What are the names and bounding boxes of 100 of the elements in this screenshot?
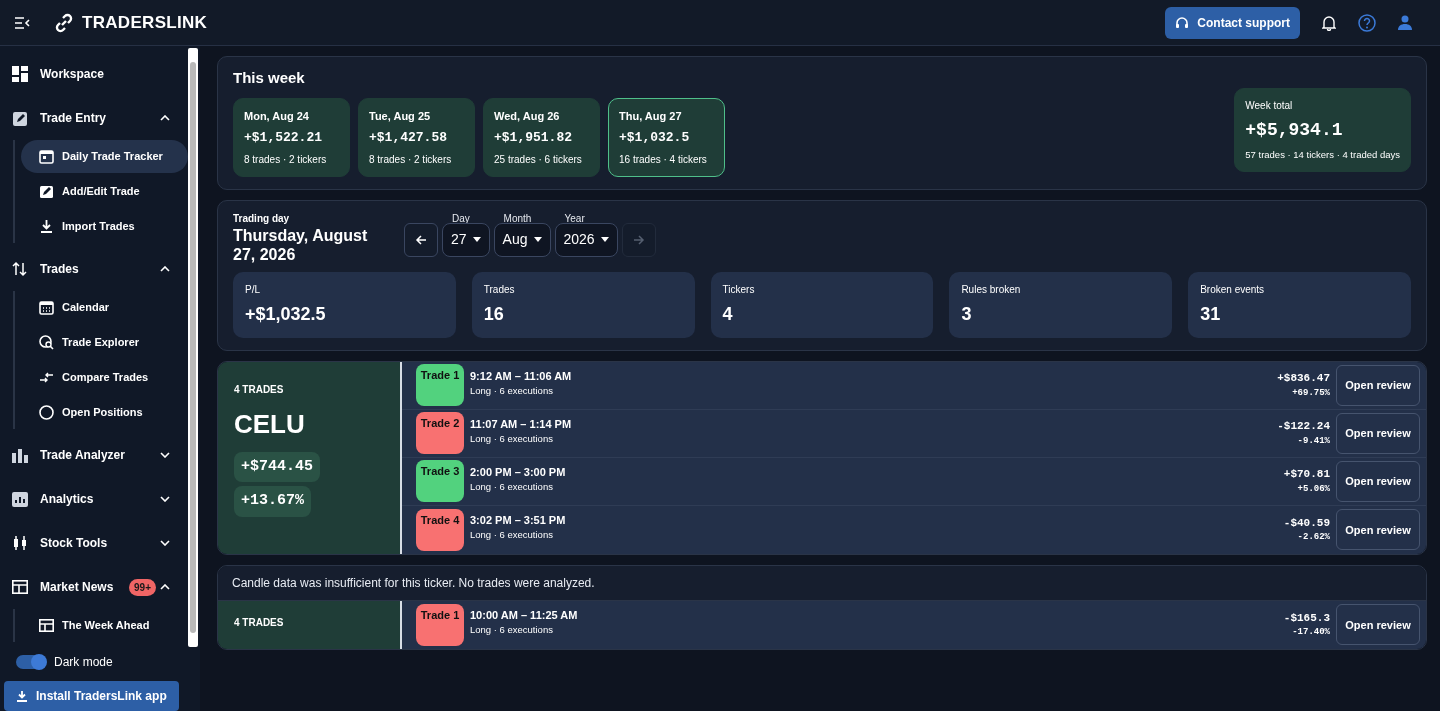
trade-label: Trade 3 [416,460,464,503]
day-summary-card[interactable]: Mon, Aug 24 +$1,522.21 8 trades · 2 tickers [233,97,350,177]
caret-icon [533,237,542,242]
download-icon [16,690,28,702]
trade-pl: -$165.3 [1283,610,1330,626]
user-icon[interactable] [1398,15,1412,30]
dashboard-icon [12,66,28,82]
stat-label: Tickers [722,282,756,297]
open-review-button[interactable]: Open review [1336,604,1420,646]
trading-day-label: Trading day [233,211,291,226]
trade-percent: +69.75% [1291,386,1330,400]
caret-icon [600,237,609,242]
trade-meta: Long · 6 executions [470,480,554,495]
trade-time: 2:00 PM – 3:00 PM [470,464,566,480]
sidebar-item[interactable]: Daily Trade Tracker [21,140,188,173]
previous-day-button[interactable] [404,222,438,257]
trade-label: Trade 1 [416,603,464,646]
swap-arrows-icon [39,370,54,385]
sidebar-item[interactable]: Trade Explorer [21,326,188,359]
week-total-meta: 57 trades · 14 tickers · 4 traded days [1245,147,1400,162]
sidebar-item[interactable]: Stock Tools [8,521,188,565]
dark-mode-toggle[interactable] [16,655,46,669]
stat-label: Rules broken [961,282,1022,297]
trade-time: 9:12 AM – 11:06 AM [470,368,572,384]
sidebar-item[interactable]: Trades [8,247,188,291]
trade-time: 3:02 PM – 3:51 PM [470,512,566,528]
calendar-icon [39,149,54,164]
sidebar-item[interactable]: Trade Analyzer [8,433,188,477]
candlestick-icon [12,535,28,551]
ticker-note: Candle data was insufficient for this ticker. No trades were analyzed. [218,565,1426,601]
stat-value: +$1,032.5 [245,302,327,326]
trade-pl: -$40.59 [1283,515,1330,531]
sidebar-item[interactable]: Add/Edit Trade [21,175,188,208]
headset-icon [1175,15,1190,30]
circle-icon [39,405,54,420]
stat-label: P/L [245,282,261,297]
trade-percent: -2.62% [1296,531,1330,545]
trade-meta: Long · 6 executions [470,384,554,399]
sidebar-item[interactable]: Workspace [8,52,188,96]
day-summary-card[interactable]: Wed, Aug 26 +$1,951.82 25 trades · 6 tickers [483,97,600,177]
caret-icon [472,237,481,242]
sidebar-item[interactable]: Open Positions [21,396,188,429]
day-date: Tue, Aug 25 [369,108,432,124]
day-summary-card[interactable]: Tue, Aug 25 +$1,427.58 8 trades · 2 tickers [358,97,475,177]
ticker-percent: +13.67% [234,486,311,517]
sidebar-item[interactable]: Trade Entry [8,96,188,140]
arrow-right-icon [632,233,645,246]
stat-value: 4 [722,302,734,326]
clipboard-pencil-icon [12,110,28,126]
week-total-pl: +$5,934.1 [1245,118,1344,142]
sidebar-item[interactable]: Import Trades [21,210,188,243]
up-down-arrows-icon [12,261,28,277]
scrollbar[interactable] [188,48,198,647]
sidebar-item[interactable]: Compare Trades [21,361,188,394]
trading-day-date: Thursday, August 27, 2026 [233,225,369,264]
open-review-button[interactable]: Open review [1336,460,1420,502]
help-icon[interactable] [1358,13,1376,32]
day-pl: +$1,427.58 [369,129,448,147]
day-meta: 25 trades · 6 tickers [494,152,583,167]
menu-icon[interactable] [14,16,30,29]
sidebar-item[interactable]: Calendar [21,291,188,324]
week-total-label: Week total [1245,98,1294,113]
trade-label: Trade 1 [416,364,464,407]
trade-time: 11:07 AM – 1:14 PM [470,416,572,432]
open-review-button[interactable]: Open review [1336,509,1420,551]
calendar-grid-icon [39,300,54,315]
day-pl: +$1,522.21 [244,129,323,147]
day-date: Wed, Aug 26 [494,108,561,124]
ticker-pl: +$744.45 [234,451,320,483]
trade-meta: Long · 6 executions [470,623,554,638]
open-review-button[interactable]: Open review [1336,412,1420,454]
sidebar-item[interactable]: Market News 99+ [8,565,188,609]
trade-count: 4 TRADES [234,615,285,630]
pencil-square-icon [39,184,54,199]
date-select[interactable]: 27 [442,222,490,257]
day-date: Mon, Aug 24 [244,108,310,124]
dark-mode-label: Dark mode [54,654,113,671]
trade-label: Trade 4 [416,508,464,551]
trade-pl: +$70.81 [1283,467,1330,483]
date-select[interactable]: Aug [493,222,551,257]
sidebar-item[interactable]: The Week Ahead [21,609,188,642]
trade-pl: +$836.47 [1277,371,1330,387]
sidebar-item[interactable]: Analytics [8,477,188,521]
chart-report-icon [12,491,28,507]
date-select[interactable]: 2026 [554,222,618,257]
install-app-button[interactable]: Install TradersLink app [4,681,179,711]
stat-value: 31 [1200,302,1222,326]
section-title: This week [233,68,306,88]
trade-label: Trade 2 [416,412,464,455]
contact-support-button[interactable]: Contact support [1165,6,1300,39]
chain-link-icon [54,12,74,33]
open-review-button[interactable]: Open review [1336,364,1420,406]
notification-bell-icon[interactable] [1322,14,1336,31]
notification-badge: 99+ [129,578,156,596]
day-meta: 8 trades · 2 tickers [244,152,328,167]
trade-count: 4 TRADES [234,382,285,397]
brand-name: TRADERSLINK [82,11,208,34]
trade-meta: Long · 6 executions [470,528,554,543]
day-summary-card[interactable]: Thu, Aug 27 +$1,032.5 16 trades · 4 tickers [608,97,725,177]
trade-time: 10:00 AM – 11:25 AM [470,607,578,623]
